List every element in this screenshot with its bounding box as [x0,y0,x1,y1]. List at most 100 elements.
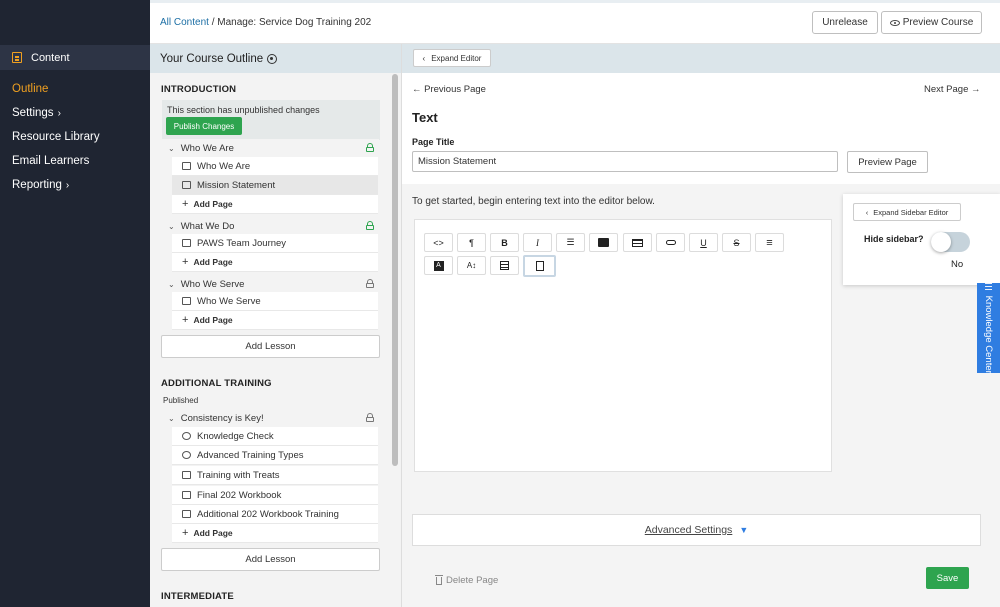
underline-button[interactable]: U [689,233,718,252]
lock-icon [366,413,374,422]
add-lesson-button[interactable]: Add Lesson [161,335,380,358]
chevron-down-icon: ⌄ [168,413,175,423]
document-icon [182,181,191,189]
page-row-additional-202-workbook[interactable]: Additional 202 Workbook Training [172,505,378,524]
insert-template-button[interactable] [490,256,519,275]
add-page-label: Add Page [193,199,233,209]
lesson-what-we-do[interactable]: ⌄ What We Do [162,217,379,235]
strikethrough-button[interactable]: S [722,233,751,252]
add-lesson-button[interactable]: Add Lesson [161,548,380,571]
bold-button[interactable]: B [490,233,519,252]
breadcrumb-all-content[interactable]: All Content [160,17,209,28]
lesson-consistency-is-key[interactable]: ⌄ Consistency is Key! [162,409,379,427]
unrelease-button[interactable]: Unrelease [812,11,878,34]
delete-page-label: Delete Page [446,575,499,586]
editor-header: ‹ Expand Editor [402,44,1000,73]
document-icon [182,510,191,518]
content-icon [12,52,22,63]
lesson-who-we-serve[interactable]: ⌄ Who We Serve [162,275,379,293]
page-title-input[interactable] [412,151,838,172]
add-page-label: Add Page [193,315,233,325]
outline-header: Your Course Outline [150,44,401,73]
gear-icon[interactable] [267,53,278,64]
bullet-list-button[interactable]: ☰ [556,233,585,252]
nav-item-outline[interactable]: Outline [12,83,48,95]
page-row-who-we-are[interactable]: Who We Are [172,157,378,176]
italic-button[interactable]: I [523,233,552,252]
next-page-label: Next Page [924,84,969,95]
font-color-button[interactable]: A [424,256,453,275]
delete-page-button[interactable]: Delete Page [435,574,499,586]
template-icon [500,261,509,270]
nav-item-settings[interactable]: Settings › [12,107,61,119]
lesson-title: What We Do [180,220,235,232]
add-page-button[interactable]: + Add Page [172,524,378,543]
insert-link-button[interactable] [656,233,685,252]
page-row-training-with-treats[interactable]: Training with Treats [172,466,378,485]
add-page-button[interactable]: + Add Page [172,195,378,214]
page-row-mission-statement[interactable]: Mission Statement [172,176,378,195]
breadcrumb-current: / Manage: Service Dog Training 202 [211,17,372,28]
chevron-right-icon: › [57,107,61,119]
hide-sidebar-toggle[interactable] [931,232,970,252]
add-page-button[interactable]: + Add Page [172,253,378,272]
page-title: PAWS Team Journey [197,237,287,249]
nav-item-reporting[interactable]: Reporting › [12,179,69,191]
expand-editor-button[interactable]: ‹ Expand Editor [413,49,491,67]
advanced-settings-toggle[interactable]: Advanced Settings ▼ [412,514,981,546]
toggle-knob [931,232,951,252]
nav-item-label: Outline [12,83,49,95]
nav-item-email-learners[interactable]: Email Learners [12,155,89,167]
preview-page-button[interactable]: Preview Page [847,151,928,173]
section-status: Published [163,396,199,405]
page-title: Final 202 Workbook [197,489,282,501]
chevron-left-icon: ‹ [865,207,869,217]
page-title-label: Page Title [412,137,455,147]
preview-course-button[interactable]: Preview Course [881,11,982,34]
page-title: Training with Treats [197,469,280,481]
code-view-button[interactable]: <> [424,233,453,252]
outline-scrollbar[interactable] [392,74,398,466]
lesson-title: Who We Are [180,142,234,154]
breadcrumb: All Content / Manage: Service Dog Traini… [160,17,371,28]
align-button[interactable]: ≡ [755,233,784,252]
unpublished-notice: This section has unpublished changes Pub… [162,100,380,140]
nav-content-tab[interactable]: Content [0,45,150,70]
top-bar: All Content / Manage: Service Dog Traini… [150,0,1000,44]
next-page-link[interactable]: Next Page → [924,84,981,95]
page-row-final-202-workbook[interactable]: Final 202 Workbook [172,486,378,505]
previous-page-link[interactable]: ← Previous Page [412,84,486,95]
link-icon [665,240,676,245]
page-row-knowledge-check[interactable]: Knowledge Check [172,427,378,446]
page-row-paws-team-journey[interactable]: PAWS Team Journey [172,234,378,253]
insert-table-button[interactable] [623,233,652,252]
plus-icon: + [182,256,189,268]
lesson-who-we-are[interactable]: ⌄ Who We Are [162,139,379,157]
section-title-intermediate: INTERMEDIATE [161,591,234,602]
insert-image-button[interactable] [589,233,618,252]
video-icon [182,471,191,479]
preview-course-label: Preview Course [902,17,974,28]
add-page-button[interactable]: + Add Page [172,311,378,330]
font-color-icon: A [433,260,444,271]
table-icon [182,297,191,305]
insert-document-button[interactable] [523,255,556,277]
lesson-title: Consistency is Key! [180,412,264,424]
nav-content-label: Content [31,51,70,64]
publish-changes-button[interactable]: Publish Changes [166,117,242,135]
chevron-down-icon: ⌄ [168,143,175,153]
paragraph-button[interactable]: ¶ [457,233,486,252]
font-size-button[interactable]: A↕ [457,256,486,275]
expand-sidebar-editor-button[interactable]: ‹ Expand Sidebar Editor [853,203,961,221]
rich-text-editor[interactable]: <> ¶ B I ☰ U S ≡ A A↕ [414,219,832,472]
outline-title: Your Course Outline [160,52,264,65]
question-icon [182,432,191,440]
section-heading: Text [412,110,438,125]
page-row-who-we-serve[interactable]: Who We Serve [172,292,378,311]
unlock-icon [366,143,374,152]
knowledge-center-tab[interactable]: ☰ Knowledge Center [977,282,1000,374]
nav-item-resource-library[interactable]: Resource Library [12,131,100,143]
chevron-down-icon: ⌄ [168,221,175,231]
save-button[interactable]: Save [926,567,969,589]
page-row-advanced-training-types[interactable]: Advanced Training Types [172,446,378,465]
